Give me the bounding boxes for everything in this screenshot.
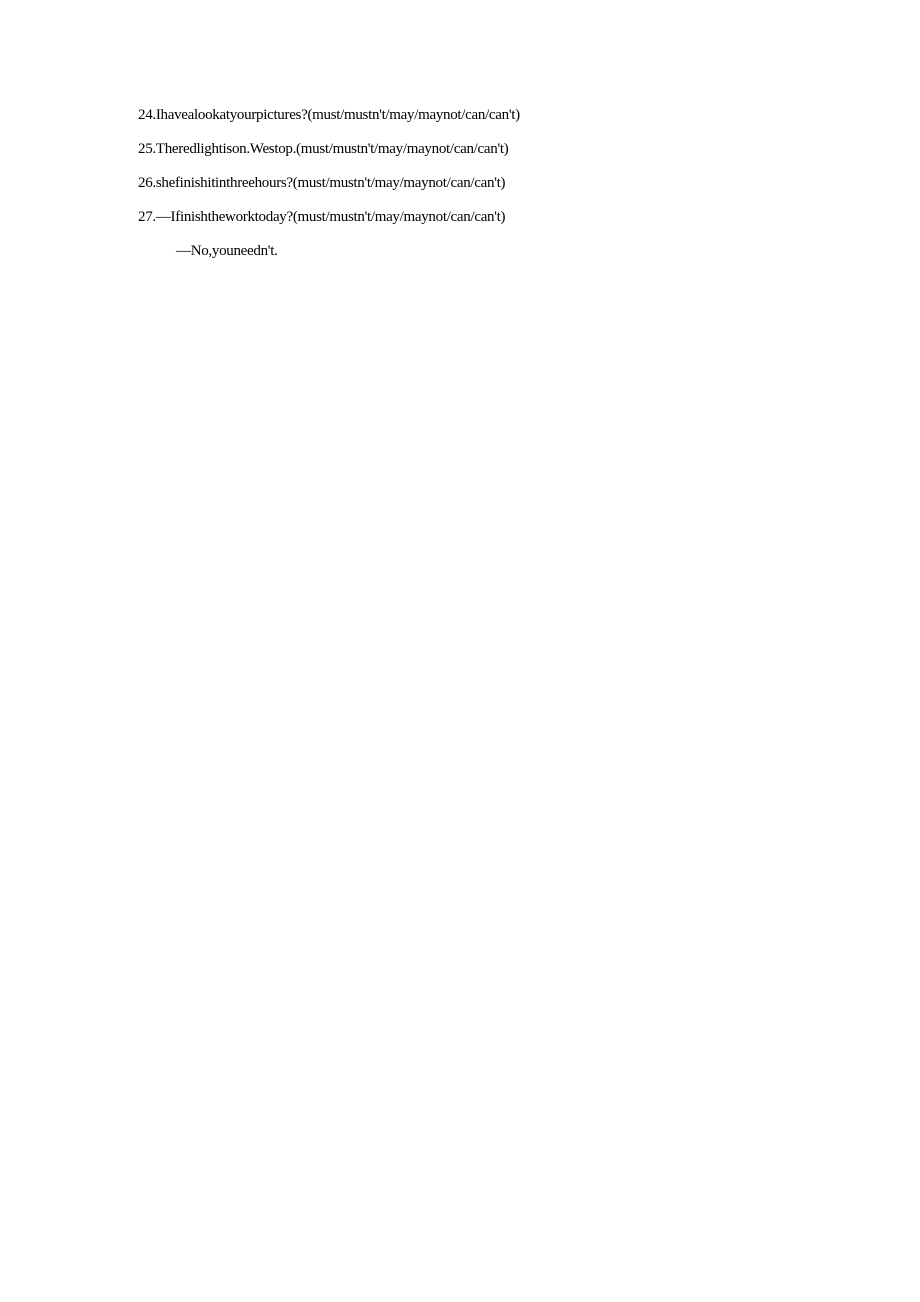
question-number: 24 bbox=[138, 107, 152, 123]
question-24: 24.Ihavealookatyourpictures?(must/mustn'… bbox=[138, 108, 920, 123]
question-text: shefinishitinthreehours?(must/mustn't/ma… bbox=[156, 175, 505, 191]
question-26: 26.shefinishitinthreehours?(must/mustn't… bbox=[138, 176, 920, 191]
question-text: Theredlightison.Westop.(must/mustn't/may… bbox=[156, 141, 509, 157]
question-number: 27 bbox=[138, 209, 152, 225]
question-number: 26 bbox=[138, 175, 152, 191]
question-number: 25 bbox=[138, 141, 152, 157]
question-25: 25.Theredlightison.Westop.(must/mustn't/… bbox=[138, 142, 920, 157]
subline-text: —No,youneedn't. bbox=[176, 243, 278, 259]
question-27-subline: —No,youneedn't. bbox=[138, 244, 920, 259]
question-text: Ihavealookatyourpictures?(must/mustn't/m… bbox=[156, 107, 520, 123]
question-text: —Ifinishtheworktoday?(must/mustn't/may/m… bbox=[156, 209, 505, 225]
question-27: 27.—Ifinishtheworktoday?(must/mustn't/ma… bbox=[138, 210, 920, 225]
